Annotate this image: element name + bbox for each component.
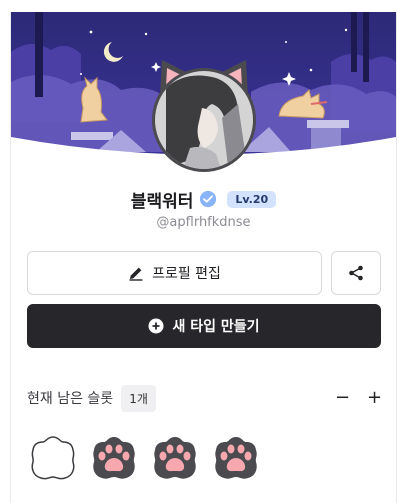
profile-card: 블랙워터 Lv.20 @apflrhfkdnse 프로필 편집 새 타입 만들기… bbox=[10, 12, 397, 503]
increase-slot-button[interactable]: + bbox=[367, 389, 382, 407]
paw-slot-icon[interactable] bbox=[90, 434, 138, 482]
share-icon bbox=[349, 265, 363, 281]
paw-slot-icon[interactable] bbox=[151, 434, 199, 482]
pencil-icon bbox=[129, 267, 143, 281]
paw-slot-icon[interactable] bbox=[212, 434, 260, 482]
create-new-type-button[interactable]: 새 타입 만들기 bbox=[27, 304, 381, 348]
empty-paw-slot-icon[interactable] bbox=[29, 434, 77, 482]
edit-profile-button[interactable]: 프로필 편집 bbox=[27, 251, 322, 295]
share-button[interactable] bbox=[331, 251, 381, 295]
profile-handle: @apflrhfkdnse bbox=[156, 215, 251, 230]
avatar[interactable] bbox=[146, 48, 262, 172]
create-new-type-label: 새 타입 만들기 bbox=[172, 319, 260, 335]
profile-name-row: 블랙워터 Lv.20 bbox=[11, 186, 396, 212]
remaining-slots-label: 현재 남은 슬롯 bbox=[27, 391, 114, 407]
slot-stepper: − + bbox=[335, 389, 382, 407]
remaining-slots-count: 1개 bbox=[121, 384, 156, 412]
profile-name: 블랙워터 bbox=[130, 191, 194, 212]
slot-list bbox=[29, 434, 289, 484]
decrease-slot-button[interactable]: − bbox=[335, 389, 350, 407]
edit-profile-label: 프로필 편집 bbox=[152, 266, 221, 282]
verified-badge-icon bbox=[200, 190, 217, 208]
profile-screen: 블랙워터 Lv.20 @apflrhfkdnse 프로필 편집 새 타입 만들기… bbox=[0, 0, 405, 503]
plus-circle-icon bbox=[148, 318, 164, 334]
level-badge: Lv.20 bbox=[227, 190, 277, 208]
remaining-slots-row: 현재 남은 슬롯 1개 − + bbox=[27, 384, 382, 412]
